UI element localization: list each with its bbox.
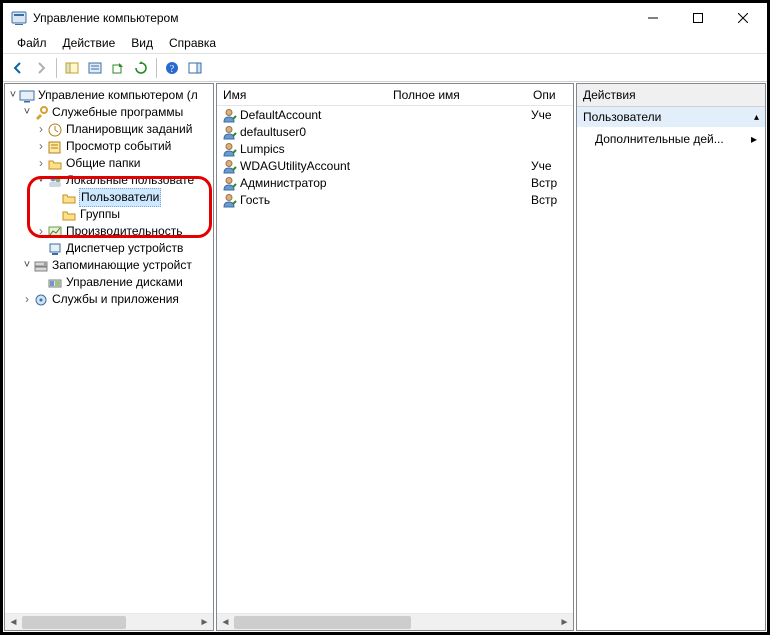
svg-text:?: ? xyxy=(170,64,175,75)
list-header[interactable]: Имя Полное имя Опи xyxy=(217,84,573,106)
user-icon xyxy=(221,107,237,123)
services-icon xyxy=(33,292,49,308)
help-button[interactable]: ? xyxy=(161,57,183,79)
list-body[interactable]: DefaultAccountУчеdefaultuser0LumpicsWDAG… xyxy=(217,106,573,613)
tree-event-viewer[interactable]: Просмотр событий xyxy=(7,138,213,155)
user-name: DefaultAccount xyxy=(240,108,321,122)
event-log-icon xyxy=(47,139,63,155)
user-name: Lumpics xyxy=(240,142,285,156)
menu-file[interactable]: Файл xyxy=(9,34,55,52)
refresh-button[interactable] xyxy=(130,57,152,79)
tree-root[interactable]: Управление компьютером (л xyxy=(7,87,213,104)
actions-context-heading[interactable]: Пользователи ▴ xyxy=(577,107,765,128)
disk-icon xyxy=(47,275,63,291)
maximize-button[interactable] xyxy=(675,4,720,33)
actions-header: Действия xyxy=(577,84,765,107)
computer-icon xyxy=(19,88,35,104)
list-row[interactable]: Гость Встр xyxy=(217,191,573,208)
tree-users[interactable]: Пользователи xyxy=(7,189,213,206)
user-name: Гость xyxy=(240,193,270,207)
show-hide-tree-button[interactable] xyxy=(61,57,83,79)
window-title: Управление компьютером xyxy=(33,11,630,25)
menu-bar: Файл Действие Вид Справка xyxy=(3,33,767,53)
tree-performance[interactable]: Производительность xyxy=(7,223,213,240)
user-icon xyxy=(221,141,237,157)
list-row[interactable]: defaultuser0 xyxy=(217,123,573,140)
list-h-scrollbar[interactable]: ◄► xyxy=(217,613,573,630)
performance-icon xyxy=(47,224,63,240)
actions-panel: Действия Пользователи ▴ Дополнительные д… xyxy=(576,83,766,631)
user-name: defaultuser0 xyxy=(240,125,306,139)
col-desc[interactable]: Опи xyxy=(527,84,573,105)
tree-panel: Управление компьютером (л Служебные прог… xyxy=(4,83,214,631)
user-desc: Встр xyxy=(527,176,573,190)
actions-more[interactable]: Дополнительные дей... ▸ xyxy=(577,128,765,150)
chevron-right-icon: ▸ xyxy=(751,132,757,146)
minimize-button[interactable] xyxy=(630,4,675,33)
list-row[interactable]: Администратор Встр xyxy=(217,174,573,191)
menu-help[interactable]: Справка xyxy=(161,34,224,52)
user-name: Администратор xyxy=(240,176,327,190)
list-panel: Имя Полное имя Опи DefaultAccount Уче defa… xyxy=(216,83,574,631)
properties-button[interactable] xyxy=(84,57,106,79)
shared-folder-icon xyxy=(47,156,63,172)
tree-h-scrollbar[interactable]: ◄► xyxy=(5,613,213,630)
tree-services-apps[interactable]: Службы и приложения xyxy=(7,291,213,308)
user-name: WDAGUtilityAccount xyxy=(240,159,350,173)
user-icon xyxy=(221,158,237,174)
action-pane-button[interactable] xyxy=(184,57,206,79)
nav-forward-button[interactable] xyxy=(30,57,52,79)
app-icon xyxy=(11,10,27,26)
tree-shared-folders[interactable]: Общие папки xyxy=(7,155,213,172)
tree-disk-management[interactable]: Управление дисками xyxy=(7,274,213,291)
menu-action[interactable]: Действие xyxy=(55,34,124,52)
menu-view[interactable]: Вид xyxy=(123,34,161,52)
user-icon xyxy=(221,192,237,208)
tree-task-scheduler[interactable]: Планировщик заданий xyxy=(7,121,213,138)
nav-back-button[interactable] xyxy=(7,57,29,79)
close-button[interactable] xyxy=(720,4,765,33)
folder-icon xyxy=(61,207,77,223)
list-row[interactable]: Lumpics xyxy=(217,140,573,157)
clock-icon xyxy=(47,122,63,138)
storage-icon xyxy=(33,258,49,274)
title-bar: Управление компьютером xyxy=(3,3,767,33)
col-fullname[interactable]: Полное имя xyxy=(387,84,527,105)
user-desc: Уче xyxy=(527,159,573,173)
user-icon xyxy=(221,124,237,140)
tree-local-users-groups[interactable]: Локальные пользовате xyxy=(7,172,213,189)
list-row[interactable]: DefaultAccount Уче xyxy=(217,106,573,123)
toolbar: ? xyxy=(3,54,767,82)
folder-icon xyxy=(61,190,77,206)
tools-icon xyxy=(33,105,49,121)
export-button[interactable] xyxy=(107,57,129,79)
tree-groups[interactable]: Группы xyxy=(7,206,213,223)
tree-device-manager[interactable]: Диспетчер устройств xyxy=(7,240,213,257)
users-group-icon xyxy=(47,173,63,189)
user-icon xyxy=(221,175,237,191)
tree-system-tools[interactable]: Служебные программы xyxy=(7,104,213,121)
list-row[interactable]: WDAGUtilityAccount Уче xyxy=(217,157,573,174)
col-name[interactable]: Имя xyxy=(217,84,387,105)
tree-view[interactable]: Управление компьютером (л Служебные прог… xyxy=(5,84,213,613)
user-desc: Встр xyxy=(527,193,573,207)
device-manager-icon xyxy=(47,241,63,257)
user-desc: Уче xyxy=(527,108,573,122)
tree-storage[interactable]: Запоминающие устройст xyxy=(7,257,213,274)
collapse-icon: ▴ xyxy=(754,112,759,123)
